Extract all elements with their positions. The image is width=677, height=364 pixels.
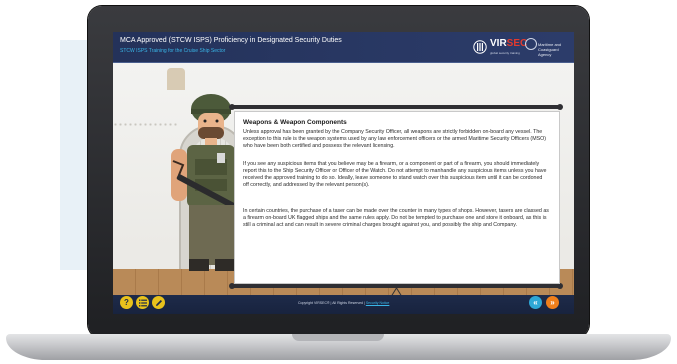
copyright-text: Copyright VIRSEC® | All Rights Reserved … <box>298 301 365 305</box>
brand-logo-text: VIRSEC <box>490 38 527 49</box>
course-title: MCA Approved (STCW ISPS) Proficiency in … <box>120 37 342 44</box>
help-icon: ? <box>124 298 129 307</box>
brand-logo-a: VIR <box>490 38 507 49</box>
laptop-notch <box>292 334 384 341</box>
help-button[interactable]: ? <box>120 296 133 309</box>
menu-icon <box>138 299 147 306</box>
course-header: MCA Approved (STCW ISPS) Proficiency in … <box>113 32 574 63</box>
notes-button[interactable] <box>152 296 165 309</box>
brand-tagline: global security training <box>490 51 520 55</box>
course-subtitle: STCW ISPS Training for the Cruise Ship S… <box>120 48 226 54</box>
back-icon: « <box>533 298 538 307</box>
back-button[interactable]: « <box>529 296 542 309</box>
content-paragraph-1: Unless approval has been granted by the … <box>243 129 547 150</box>
crest-icon <box>525 38 537 50</box>
board-top-rail-right-cap <box>557 104 563 110</box>
agency-name: Maritime and Coastguard Agency <box>538 42 562 57</box>
content-paragraph-2: If you see any suspicious items that you… <box>243 161 547 189</box>
course-screen: MCA Approved (STCW ISPS) Proficiency in … <box>113 32 574 314</box>
security-notice-link[interactable]: Security Notice <box>366 301 390 305</box>
virsec-logo-icon <box>473 40 487 54</box>
scene-background: Weapons & Weapon Components Unless appro… <box>113 63 574 311</box>
course-footer: ? Copyright VIRSEC® | All Rights Reserve… <box>113 295 574 314</box>
pencil-icon <box>155 299 162 306</box>
copyright-notice: Copyright VIRSEC® | All Rights Reserved … <box>298 301 389 305</box>
content-paragraph-3: In certain countries, the purchase of a … <box>243 208 549 229</box>
menu-button[interactable] <box>136 296 149 309</box>
next-icon: » <box>550 298 555 307</box>
board-top-rail-left-cap <box>229 104 235 110</box>
next-button[interactable]: » <box>546 296 559 309</box>
content-title: Weapons & Weapon Components <box>243 119 347 126</box>
content-board: Weapons & Weapon Components Unless appro… <box>234 111 560 284</box>
board-top-rail <box>231 105 561 109</box>
